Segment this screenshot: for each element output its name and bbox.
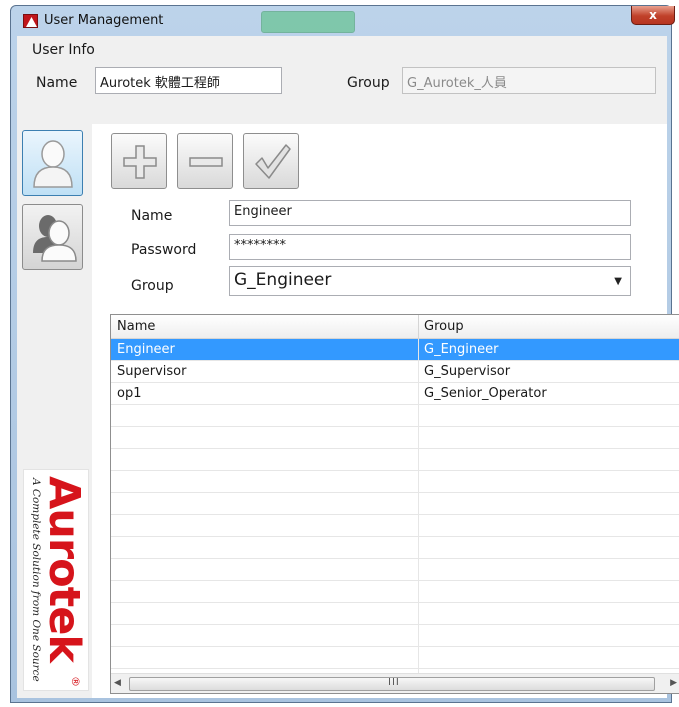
- scroll-thumb[interactable]: III: [129, 677, 655, 691]
- table-row[interactable]: op1 G_Senior_Operator: [111, 383, 679, 405]
- empty-row: [111, 515, 679, 537]
- table-row[interactable]: Engineer G_Engineer: [111, 339, 679, 361]
- minus-icon: [189, 157, 223, 167]
- main-panel: Name Engineer Password ******** Group G_…: [92, 124, 679, 698]
- side-panel: Aurotek A Complete Solution from One Sou…: [17, 124, 92, 698]
- group-select-value: G_Engineer: [234, 270, 332, 290]
- plus-icon: [123, 145, 157, 179]
- row-name-cell: Supervisor: [117, 364, 187, 379]
- row-name-cell: op1: [117, 386, 142, 401]
- current-user-group-field: G_Aurotek_人員: [402, 67, 656, 94]
- close-button[interactable]: x: [631, 6, 675, 25]
- title-bar[interactable]: User Management x: [11, 6, 675, 36]
- password-input[interactable]: ********: [229, 234, 631, 260]
- group-select[interactable]: G_Engineer ▼: [229, 266, 631, 296]
- empty-row: [111, 449, 679, 471]
- row-group-cell: G_Supervisor: [424, 364, 511, 379]
- scroll-right-arrow-icon[interactable]: ▶: [670, 678, 677, 688]
- empty-row: [111, 559, 679, 581]
- user-group-icon: [33, 215, 77, 262]
- empty-row: [111, 427, 679, 449]
- row-group-cell: G_Engineer: [424, 342, 499, 357]
- horizontal-scrollbar[interactable]: ◀ III ▶: [111, 673, 679, 693]
- empty-row: [111, 581, 679, 603]
- table-body: Engineer G_Engineer Supervisor G_Supervi…: [111, 339, 679, 673]
- client-area: User Info Name Aurotek 軟體工程師 Group G_Aur…: [17, 36, 679, 698]
- remove-user-button[interactable]: [177, 133, 233, 189]
- password-label: Password: [131, 242, 197, 258]
- empty-row: [111, 647, 679, 669]
- group-label: Group: [131, 278, 174, 294]
- logo-registered-mark: ®: [69, 676, 82, 687]
- table-row[interactable]: Supervisor G_Supervisor: [111, 361, 679, 383]
- table-header: Name Group: [111, 315, 679, 339]
- scroll-left-arrow-icon[interactable]: ◀: [114, 678, 121, 688]
- title-bar-highlight: [261, 11, 355, 33]
- add-user-button[interactable]: [111, 133, 167, 189]
- empty-row: [111, 405, 679, 427]
- app-icon: [23, 14, 38, 28]
- row-group-cell: G_Senior_Operator: [424, 386, 547, 401]
- user-mode-button[interactable]: [22, 130, 83, 196]
- aurotek-logo: Aurotek A Complete Solution from One Sou…: [23, 469, 89, 691]
- row-name-cell: Engineer: [117, 342, 175, 357]
- user-info-heading: User Info: [32, 42, 95, 58]
- column-header-group[interactable]: Group: [424, 319, 464, 334]
- empty-row: [111, 493, 679, 515]
- current-user-name-field[interactable]: Aurotek 軟體工程師: [95, 67, 282, 94]
- user-info-panel: User Info Name Aurotek 軟體工程師 Group G_Aur…: [17, 36, 667, 121]
- current-user-group-label: Group: [347, 75, 390, 91]
- group-mode-button[interactable]: [22, 204, 83, 270]
- users-table: Name Group Engineer G_Engineer Superviso…: [110, 314, 679, 694]
- checkmark-icon: [255, 144, 291, 179]
- empty-row: [111, 537, 679, 559]
- name-input[interactable]: Engineer: [229, 200, 631, 226]
- current-user-name-label: Name: [36, 75, 78, 91]
- apply-button[interactable]: [243, 133, 299, 189]
- column-divider-line: [418, 339, 419, 673]
- user-management-window: User Management x User Info Name Aurotek…: [10, 5, 679, 703]
- window-title: User Management: [44, 13, 164, 28]
- logo-tagline: A Complete Solution from One Source: [30, 478, 42, 682]
- empty-row: [111, 603, 679, 625]
- name-label: Name: [131, 208, 173, 224]
- empty-row: [111, 625, 679, 647]
- logo-wordmark: Aurotek: [39, 476, 89, 662]
- chevron-down-icon[interactable]: ▼: [614, 276, 622, 287]
- column-header-name[interactable]: Name: [117, 319, 155, 334]
- empty-row: [111, 471, 679, 493]
- user-icon: [33, 140, 73, 188]
- column-divider[interactable]: [418, 315, 419, 339]
- scroll-grip: III: [388, 677, 400, 688]
